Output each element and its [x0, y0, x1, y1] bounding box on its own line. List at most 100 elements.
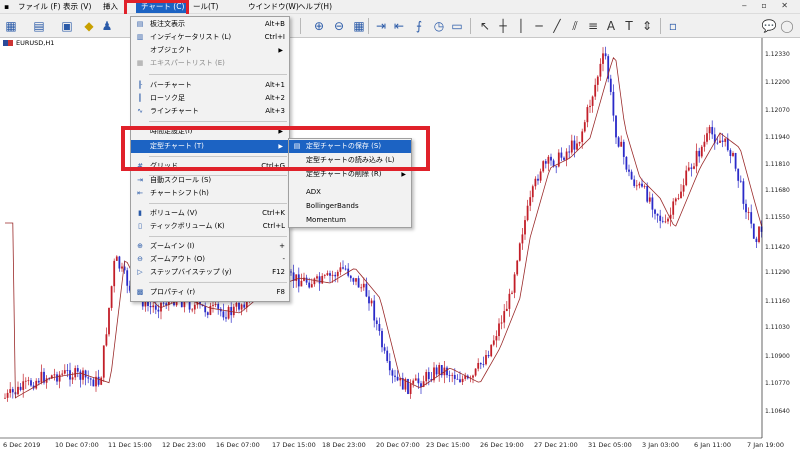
candle-body [121, 266, 123, 269]
candle-body [100, 377, 103, 385]
menu-item-properties[interactable]: ▩ プロパティ (r) F8 [131, 286, 289, 299]
crosshair-icon[interactable]: ┼ [494, 17, 512, 35]
chart-shift-icon[interactable]: ⇤ [390, 17, 408, 35]
candle-body [472, 375, 474, 378]
menu-tools[interactable]: ール(T) [193, 2, 218, 12]
market-watch-icon[interactable]: ♟ [98, 17, 116, 35]
cursor-icon[interactable]: ↖ [476, 17, 494, 35]
candle-body [238, 302, 240, 310]
menu-view[interactable]: 表示 (V) [63, 2, 91, 12]
candle-body [217, 304, 220, 309]
candle-body [682, 185, 685, 192]
menu-item-tick-volumes[interactable]: ▯ ティックボリューム (K) Ctrl+L [131, 220, 289, 233]
trendline-icon[interactable]: ╱ [548, 17, 566, 35]
app-icon[interactable]: ▪ [4, 2, 9, 12]
menu-item-indicator-list[interactable]: ▥ インディケータリスト (L) Ctrl+I [131, 31, 289, 44]
time-tick: 18 Dec 23:00 [322, 441, 366, 449]
candle-body [193, 304, 196, 310]
candle-body [630, 171, 633, 180]
candle-body [461, 378, 464, 383]
label-icon[interactable]: T [620, 17, 638, 35]
candle-body [576, 143, 578, 150]
time-tick: 10 Dec 07:00 [55, 441, 99, 449]
time-tick: 3 Jan 03:00 [642, 441, 680, 449]
candle-body [352, 278, 355, 282]
window-controls[interactable]: ‒ ▫ ✕ [742, 1, 794, 10]
menu-item-line-chart[interactable]: ∿ ラインチャート Alt+3 [131, 105, 289, 118]
menu-item-chart-shift[interactable]: ⇤ チャートシフト(h) [131, 187, 289, 200]
time-tick: 17 Dec 15:00 [272, 441, 316, 449]
new-chart-icon[interactable]: ▦ [2, 17, 20, 35]
candle-body [583, 122, 586, 132]
menu-item-objects[interactable]: オブジェクト ▶ [131, 44, 289, 57]
community-icon[interactable]: ◯ [778, 17, 796, 35]
submenu-item-template-bollinger[interactable]: BollingerBands [289, 200, 411, 213]
candle-body [82, 370, 84, 380]
auto-scroll-icon[interactable]: ⇥ [372, 17, 390, 35]
template-highlight-frame [121, 126, 430, 171]
navigator-icon[interactable]: ▣ [58, 17, 76, 35]
candle-body [578, 141, 581, 144]
arrows-icon[interactable]: ⇕ [638, 17, 656, 35]
timeframe-icon[interactable]: ▫ [664, 17, 682, 35]
candle-body [526, 205, 529, 221]
symbol-label: EURUSD,H1 [16, 39, 55, 47]
candle-body [386, 350, 389, 362]
zoom-out-icon[interactable]: ⊖ [330, 17, 348, 35]
profiles-icon[interactable]: ▤ [30, 17, 48, 35]
candle-body [589, 105, 591, 108]
menu-help[interactable]: ヘルプ(H) [298, 2, 332, 12]
candle-body [513, 274, 516, 293]
step-by-step-icon: ▷ [137, 268, 143, 276]
submenu-item-template-adx[interactable]: ADX [289, 186, 411, 199]
candle-body [27, 380, 30, 382]
candle-body [706, 133, 708, 142]
candle-body [409, 383, 412, 394]
menu-item-zoom-out[interactable]: ⊖ ズームアウト (O) - [131, 253, 289, 266]
candle-body [331, 274, 334, 276]
time-tick: 23 Dec 15:00 [426, 441, 470, 449]
fibonacci-icon[interactable]: ≡ [584, 17, 602, 35]
submenu-item-template-momentum[interactable]: Momentum [289, 214, 411, 227]
chat-icon[interactable]: 💬 [760, 17, 778, 35]
periods-icon[interactable]: ◷ [430, 17, 448, 35]
menu-insert[interactable]: 挿入 [103, 2, 118, 12]
candle-body [477, 362, 480, 369]
text-icon[interactable]: A [602, 17, 620, 35]
horizontal-line-icon[interactable]: ─ [530, 17, 548, 35]
menu-item-bar-chart[interactable]: ╟ バーチャート Alt+1 [131, 79, 289, 92]
candle-body [672, 201, 675, 215]
tile-windows-icon[interactable]: ▦ [350, 17, 368, 35]
vertical-line-icon[interactable]: │ [512, 17, 530, 35]
candle-body [344, 268, 347, 270]
channel-icon[interactable]: ⫽ [566, 17, 584, 35]
candle-body [677, 198, 680, 199]
menu-item-volumes[interactable]: ▮ ボリューム (V) Ctrl+K [131, 207, 289, 220]
candle-body [604, 53, 607, 57]
chart-window[interactable]: EURUSD,H1 [0, 38, 800, 454]
menu-item-depth-of-market[interactable]: ▤ 板注文表示 Alt+B [131, 18, 289, 31]
candle-body [326, 273, 329, 276]
menu-item-candlestick[interactable]: ┃ ローソク足 Alt+2 [131, 92, 289, 105]
candle-body [529, 197, 532, 206]
candle-body [58, 374, 61, 382]
candle-body [542, 161, 545, 172]
data-window-icon[interactable]: ◆ [80, 17, 98, 35]
zoom-in-icon[interactable]: ⊕ [310, 17, 328, 35]
candle-body [87, 377, 90, 379]
candle-body [573, 140, 576, 150]
candle-body [336, 271, 339, 277]
menu-window[interactable]: ウインドウ(W) [248, 2, 299, 12]
menu-item-step-by-step[interactable]: ▷ ステップバイステップ (y) F12 [131, 266, 289, 279]
menu-item-zoom-in[interactable]: ⊕ ズームイン (I) + [131, 240, 289, 253]
candle-body [63, 370, 66, 374]
menu-file[interactable]: ファイル (F) [18, 2, 61, 12]
time-tick: 31 Dec 05:00 [588, 441, 632, 449]
candle-body [654, 209, 656, 214]
menu-item-expert-list[interactable]: ▦ エキスパートリスト (E) [131, 57, 289, 70]
menu-item-auto-scroll[interactable]: ⇥ 自動スクロール (S) [131, 174, 289, 187]
candle-body [290, 271, 292, 273]
indicators-icon[interactable]: ⨍ [410, 17, 428, 35]
templates-icon[interactable]: ▭ [448, 17, 466, 35]
candle-body [537, 178, 539, 181]
